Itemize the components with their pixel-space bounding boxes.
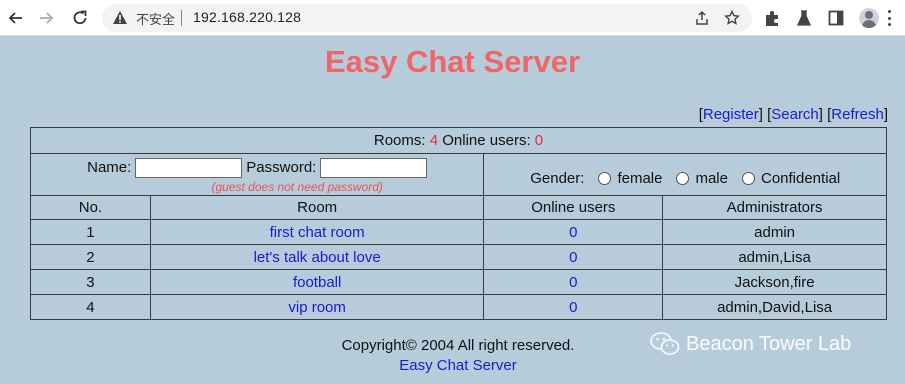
profile-avatar[interactable] xyxy=(859,8,879,28)
table-row: 2 let's talk about love 0 admin,Lisa xyxy=(30,244,887,270)
insecure-label: 不安全 xyxy=(136,13,176,28)
menu-kebab-icon[interactable] xyxy=(887,10,891,26)
register-link[interactable]: Register xyxy=(703,106,759,123)
forward-button[interactable] xyxy=(34,6,58,30)
wechat-icon xyxy=(650,332,680,355)
refresh-link[interactable]: Refresh xyxy=(831,106,884,123)
login-row: Name: Password: (guest does not need pas… xyxy=(29,153,887,196)
side-panel-icon[interactable] xyxy=(827,9,845,27)
online-cell: 0 xyxy=(483,294,664,320)
flask-icon[interactable] xyxy=(795,9,813,27)
rooms-count: 4 xyxy=(429,132,439,149)
top-links: [Register] [Search] [Refresh] xyxy=(698,106,888,123)
room-cell: let's talk about love xyxy=(149,244,485,270)
row-no: 3 xyxy=(30,269,151,295)
table-row: 3 football 0 Jackson,fire xyxy=(30,269,887,295)
url-text[interactable]: 192.168.220.128 xyxy=(193,9,301,25)
password-input[interactable] xyxy=(320,157,428,178)
table-header-row: No. Room Online users Administrators xyxy=(30,195,887,220)
header-no: No. xyxy=(30,195,151,220)
table-row: 1 first chat room 0 admin xyxy=(30,219,887,245)
room-link[interactable]: let's talk about love xyxy=(254,249,381,266)
header-room: Room xyxy=(149,195,485,220)
online-cell: 0 xyxy=(483,269,664,295)
row-no: 2 xyxy=(30,244,151,270)
gender-cell: Gender: female male Confidential xyxy=(483,153,887,196)
page-title: Easy Chat Server xyxy=(324,44,581,79)
online-count-link[interactable]: 0 xyxy=(569,249,577,266)
reload-icon xyxy=(73,10,87,25)
rooms-label: Rooms: xyxy=(373,132,426,149)
online-label: Online users: xyxy=(442,132,531,149)
header-administrators: Administrators xyxy=(662,195,887,220)
footer-home-link[interactable]: Easy Chat Server xyxy=(399,357,517,374)
watermark: Beacon Tower Lab xyxy=(650,331,851,357)
status-row: Rooms: 4 Online users: 0 xyxy=(30,127,887,154)
online-cell: 0 xyxy=(483,219,664,245)
male-radio[interactable] xyxy=(676,172,690,185)
admins-cell: admin xyxy=(662,219,887,245)
watermark-text: Beacon Tower Lab xyxy=(686,332,852,355)
status-cell: Rooms: 4 Online users: 0 xyxy=(30,127,887,154)
name-label: Name: xyxy=(87,159,132,176)
female-label: female xyxy=(617,170,663,187)
online-count-link[interactable]: 0 xyxy=(569,224,577,241)
avatar-head xyxy=(865,11,873,19)
forward-arrow-icon xyxy=(40,12,54,24)
row-no: 4 xyxy=(30,294,151,320)
room-link[interactable]: football xyxy=(293,274,341,291)
female-radio[interactable] xyxy=(598,172,612,185)
admins-cell: admin,Lisa xyxy=(662,244,887,270)
room-cell: vip room xyxy=(149,294,485,320)
browser-toolbar: 不安全 192.168.220.128 xyxy=(0,0,905,36)
row-no: 1 xyxy=(30,219,151,245)
address-bar[interactable]: 不安全 192.168.220.128 xyxy=(102,4,752,32)
table-row: 4 vip room 0 admin,David,Lisa xyxy=(30,294,887,320)
extensions-puzzle-icon[interactable] xyxy=(763,9,781,27)
reload-button[interactable] xyxy=(68,6,92,30)
admins-cell: admin,David,Lisa xyxy=(662,294,887,320)
room-link[interactable]: vip room xyxy=(288,299,346,316)
name-input[interactable] xyxy=(135,157,243,178)
search-link[interactable]: Search xyxy=(771,106,819,123)
room-link[interactable]: first chat room xyxy=(270,224,365,241)
online-count-link[interactable]: 0 xyxy=(569,299,577,316)
admins-cell: Jackson,fire xyxy=(662,269,887,295)
confidential-radio[interactable] xyxy=(741,172,755,185)
back-button[interactable] xyxy=(4,6,28,30)
gender-label: Gender: xyxy=(530,170,585,187)
room-cell: football xyxy=(149,269,485,295)
confidential-label: Confidential xyxy=(760,170,841,187)
login-cell: Name: Password: (guest does not need pas… xyxy=(29,153,485,196)
avatar-body xyxy=(862,20,876,28)
room-cell: first chat room xyxy=(149,219,485,245)
rooms-table: Rooms: 4 Online users: 0 Name: Password:… xyxy=(29,127,887,320)
password-label: Password: xyxy=(246,159,317,176)
online-count-link[interactable]: 0 xyxy=(569,274,577,291)
share-icon[interactable] xyxy=(694,10,710,26)
bookmark-star-icon[interactable] xyxy=(724,10,740,26)
online-count: 0 xyxy=(534,132,544,149)
male-label: male xyxy=(695,170,728,187)
omnibox-divider xyxy=(181,10,182,26)
warning-icon[interactable] xyxy=(112,10,128,26)
guest-hint: (guest does not need password) xyxy=(211,179,383,194)
back-arrow-icon xyxy=(8,12,22,24)
online-cell: 0 xyxy=(483,244,664,270)
header-online-users: Online users xyxy=(483,195,664,220)
